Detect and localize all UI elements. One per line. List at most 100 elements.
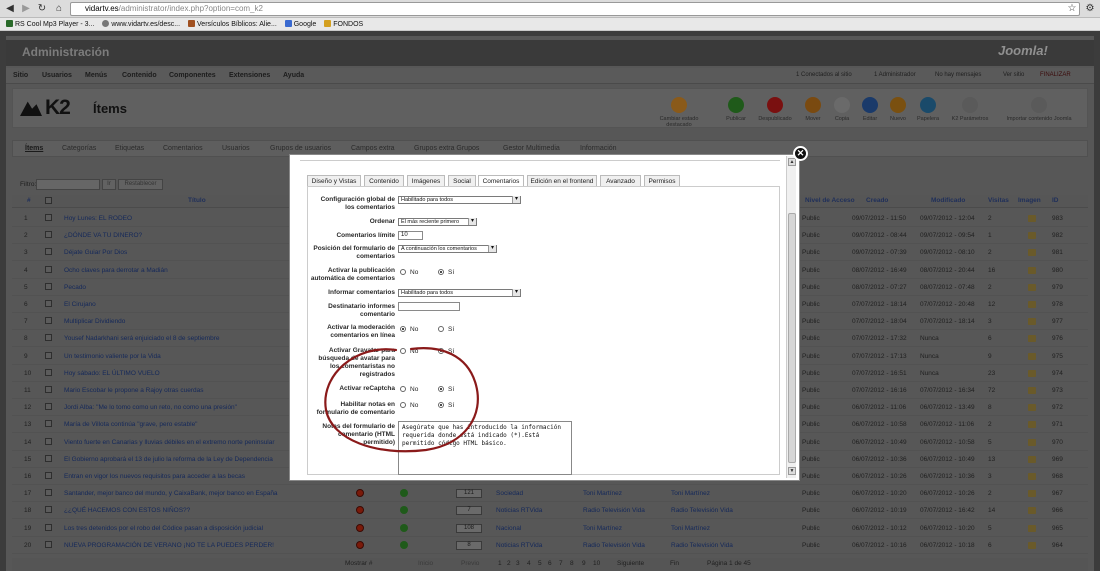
address-bar[interactable]: vidartv.es/administrator/index.php?optio… <box>70 2 1080 16</box>
col-id[interactable]: ID <box>1052 197 1059 204</box>
report-comments-select[interactable]: Habilitado para todos <box>398 289 521 297</box>
row-checkbox[interactable] <box>45 214 52 221</box>
pager-page[interactable]: 3 <box>516 560 520 567</box>
subnav-information[interactable]: Información <box>580 145 617 152</box>
image-preview-icon[interactable] <box>1028 369 1036 377</box>
author-link[interactable]: Toni Martínez <box>583 520 622 537</box>
item-title-link[interactable]: Pecado <box>64 279 86 296</box>
image-preview-icon[interactable] <box>1028 266 1036 274</box>
category-link[interactable]: Nacional <box>496 520 521 537</box>
report-recipient-input[interactable] <box>398 302 460 311</box>
row-checkbox[interactable] <box>45 351 52 359</box>
subnav-comments[interactable]: Comentarios <box>163 145 203 152</box>
subnav-categories[interactable]: Categorías <box>62 145 96 152</box>
col-created[interactable]: Creado <box>866 197 888 204</box>
pager-page[interactable]: 4 <box>527 560 531 567</box>
row-checkbox[interactable] <box>45 523 52 531</box>
featured-toggle-icon[interactable] <box>356 489 364 498</box>
modal-scrollbar[interactable]: ▲ ▼ <box>786 156 796 478</box>
item-title-link[interactable]: Multiplicar Dividiendo <box>64 313 125 330</box>
item-title-link[interactable]: Un testimonio valiente por la Vida <box>64 348 161 365</box>
moderation-no-radio[interactable] <box>400 326 406 332</box>
item-title-link[interactable]: El Gobierno aprobará el 13 de julio la r… <box>64 451 273 468</box>
order-input[interactable]: 7 <box>456 506 482 516</box>
comments-limit-input[interactable]: 10 <box>398 231 423 240</box>
table-row[interactable]: 20 NUEVA PROGRAMACIÓN DE VERANO ¡NO TE LA… <box>12 537 1088 554</box>
image-preview-icon[interactable] <box>1028 524 1036 532</box>
image-preview-icon[interactable] <box>1028 249 1036 257</box>
k2-params-button[interactable]: K2 Parámetros <box>940 97 1000 122</box>
item-title-link[interactable]: Entran en vigor los nuevos requisitos pa… <box>64 468 245 485</box>
global-comments-select[interactable]: Habilitado para todos <box>398 196 521 204</box>
row-checkbox[interactable] <box>45 437 52 445</box>
modified-by-link[interactable]: Toni Martínez <box>671 520 710 537</box>
row-checkbox[interactable] <box>45 231 52 239</box>
form-position-select[interactable]: A continuación los comentarios <box>398 245 497 253</box>
image-preview-icon[interactable] <box>1028 404 1036 412</box>
item-title-link[interactable]: Mario Escobar le propone a Rajoy otras c… <box>64 382 203 399</box>
row-checkbox[interactable] <box>45 282 52 290</box>
category-link[interactable]: Noticias RTVida <box>496 502 542 519</box>
col-access[interactable]: Nivel de Acceso <box>805 197 855 204</box>
gravatar-no-radio[interactable] <box>400 348 406 354</box>
toggle-featured-button[interactable]: Cambiar estado destacado <box>649 97 709 128</box>
row-checkbox[interactable] <box>45 454 52 462</box>
item-title-link[interactable]: Ocho claves para derrotar a Madián <box>64 262 168 279</box>
image-preview-icon[interactable] <box>1028 473 1036 480</box>
table-row[interactable]: 19 Los tres detenidos por el robo del Cód… <box>12 520 1088 537</box>
notes-no-radio[interactable] <box>400 402 406 408</box>
table-row[interactable]: 18 ¿¿QUÉ HACEMOS CON ESTOS NIÑOS?? 7 Notici… <box>12 502 1088 520</box>
image-preview-icon[interactable] <box>1028 541 1036 549</box>
row-checkbox[interactable] <box>45 506 52 514</box>
subnav-user-groups[interactable]: Grupos de usuarios <box>270 145 331 152</box>
subnav-extra-field-groups[interactable]: Grupos extra Grupos <box>414 145 479 152</box>
home-icon[interactable]: ⌂ <box>53 3 65 15</box>
gravatar-yes-radio[interactable] <box>438 348 444 354</box>
pager-next[interactable]: Siguiente <box>617 560 644 567</box>
autopublish-yes-radio[interactable] <box>438 269 444 275</box>
image-preview-icon[interactable] <box>1028 301 1036 308</box>
image-preview-icon[interactable] <box>1028 507 1036 515</box>
published-toggle-icon[interactable] <box>400 489 408 498</box>
image-preview-icon[interactable] <box>1028 318 1036 326</box>
row-checkbox[interactable] <box>45 334 52 342</box>
image-preview-icon[interactable] <box>1028 352 1036 360</box>
pager-page[interactable]: 5 <box>538 560 542 567</box>
featured-toggle-icon[interactable] <box>356 523 364 532</box>
order-input[interactable]: 8 <box>456 540 482 550</box>
bookmark-item[interactable]: FONDOS <box>324 18 363 31</box>
image-preview-icon[interactable] <box>1028 455 1036 463</box>
import-joomla-button[interactable]: Importar contenido Joomla <box>1000 97 1078 122</box>
author-link[interactable]: Radio Televisión Vida <box>583 537 645 554</box>
row-checkbox[interactable] <box>45 472 52 479</box>
pager-page[interactable]: 9 <box>582 560 586 567</box>
row-checkbox[interactable] <box>45 300 52 307</box>
item-title-link[interactable]: Yousef Nadarkhani será enjuiciado el 8 d… <box>64 330 220 347</box>
author-link[interactable]: Toni Martínez <box>583 485 622 502</box>
recaptcha-no-radio[interactable] <box>400 386 406 392</box>
menu-sitio[interactable]: Sitio <box>13 72 28 79</box>
item-title-link[interactable]: Santander, mejor banco del mundo, y Caix… <box>64 485 278 502</box>
image-preview-icon[interactable] <box>1028 490 1036 498</box>
pager-page[interactable]: 7 <box>559 560 563 567</box>
moderation-yes-radio[interactable] <box>438 326 444 332</box>
menu-usuarios[interactable]: Usuarios <box>42 72 72 79</box>
menu-componentes[interactable]: Componentes <box>169 72 216 79</box>
modal-close-button[interactable]: ✕ <box>793 146 808 161</box>
category-link[interactable]: Noticias RTVida <box>496 537 542 554</box>
row-checkbox[interactable] <box>45 386 52 393</box>
form-intro-textarea[interactable]: Asegúrate que has introducido la informa… <box>398 421 572 475</box>
image-preview-icon[interactable] <box>1028 215 1036 222</box>
subnav-media-manager[interactable]: Gestor Multimedia <box>503 145 560 152</box>
scroll-down-arrow-icon[interactable]: ▼ <box>788 467 796 475</box>
view-site-link[interactable]: Ver sitio <box>1003 72 1024 78</box>
filter-reset-button[interactable]: Restablecer <box>118 179 163 190</box>
row-checkbox[interactable] <box>45 403 52 411</box>
scroll-thumb[interactable] <box>788 213 796 463</box>
menu-contenido[interactable]: Contenido <box>122 72 157 79</box>
wrench-icon[interactable]: ⚙ <box>1084 3 1096 15</box>
image-preview-icon[interactable] <box>1028 232 1036 240</box>
item-title-link[interactable]: ¿DÓNDE VA TU DINERO? <box>64 227 142 244</box>
table-row[interactable]: 17 Santander, mejor banco del mundo, y Ca… <box>12 485 1088 503</box>
item-title-link[interactable]: Jordi Alba: "Me lo tomo como un reto, no… <box>64 399 237 416</box>
